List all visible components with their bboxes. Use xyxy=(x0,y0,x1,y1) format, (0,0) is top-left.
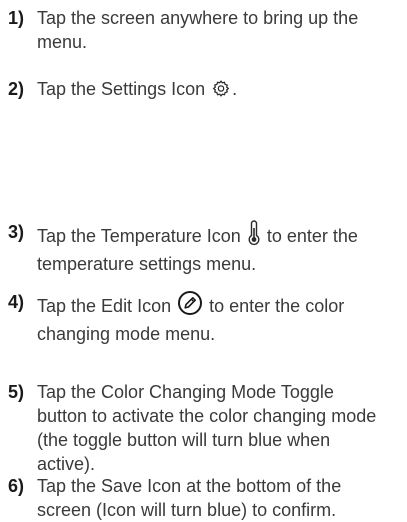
instruction-step-1: 1) Tap the screen anywhere to bring up t… xyxy=(0,6,407,54)
step-text-before: Tap the Settings Icon xyxy=(37,79,206,99)
step-text-before: Tap the Edit Icon xyxy=(37,296,172,316)
step-number: 5) xyxy=(8,382,25,402)
step-text: Tap the Color Changing Mode Toggle butto… xyxy=(37,382,377,474)
instruction-step-5: 5) Tap the Color Changing Mode Toggle bu… xyxy=(0,380,407,476)
step-text: Tap the Temperature Icon to enter the te… xyxy=(37,220,407,276)
step-text: Tap the Save Icon at the bottom of the s… xyxy=(37,476,342,520)
step-text: Tap the screen anywhere to bring up the … xyxy=(37,8,359,52)
instructions-page: 1) Tap the screen anywhere to bring up t… xyxy=(0,0,407,522)
gear-icon xyxy=(211,79,231,105)
step-number: 6) xyxy=(8,476,25,496)
step-text-before: Tap the Temperature Icon xyxy=(37,226,241,246)
thermometer-icon xyxy=(247,220,261,252)
edit-pencil-icon xyxy=(177,290,203,322)
instruction-step-3: 3) Tap the Temperature Icon to enter the… xyxy=(0,220,407,276)
step-number: 4) xyxy=(8,292,25,312)
step-number: 2) xyxy=(8,79,25,99)
step-text: Tap the Edit Icon to enter the color cha… xyxy=(37,290,407,346)
instruction-step-2: 2) Tap the Settings Icon . xyxy=(0,77,407,105)
step-number: 3) xyxy=(8,222,25,242)
instruction-step-4: 4) Tap the Edit Icon to enter the color … xyxy=(0,290,407,346)
step-number: 1) xyxy=(8,8,25,28)
instruction-step-6: 6) Tap the Save Icon at the bottom of th… xyxy=(0,474,407,522)
step-text-after: . xyxy=(232,79,238,99)
step-text: Tap the Settings Icon . xyxy=(37,77,407,105)
